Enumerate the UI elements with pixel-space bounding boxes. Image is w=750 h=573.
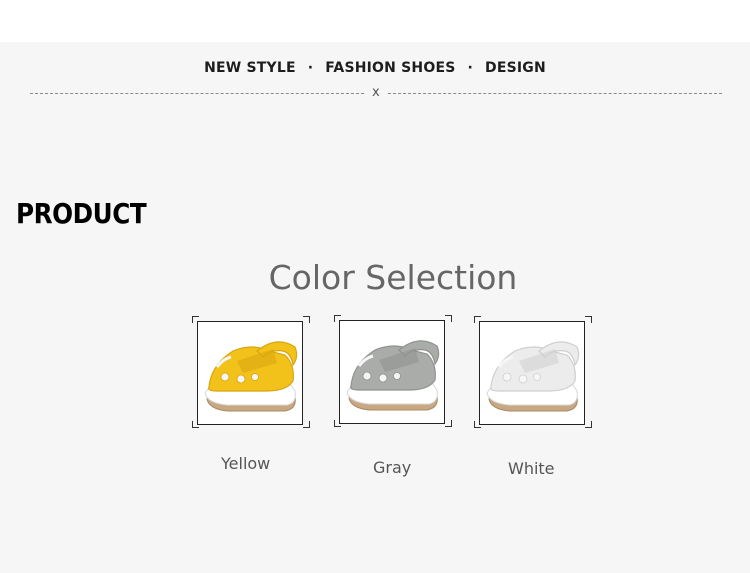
- sandal-part: [236, 374, 246, 384]
- swatch-label-yellow: Yellow: [221, 454, 271, 473]
- tagline-separator: ·: [307, 60, 314, 76]
- tagline-fashion-shoes: FASHION SHOES: [325, 60, 456, 76]
- divider-mark: x: [372, 85, 380, 100]
- corner-mark: [303, 421, 310, 428]
- sandal-part: [518, 374, 528, 384]
- color-option-yellow[interactable]: [192, 316, 310, 428]
- divider-line-right: [388, 93, 722, 94]
- sandal-part: [378, 373, 388, 383]
- sandal-part: [393, 372, 401, 380]
- top-band: [0, 0, 750, 42]
- color-selection-title: Color Selection: [268, 258, 518, 297]
- tagline-separator: ·: [467, 60, 474, 76]
- corner-mark: [445, 315, 452, 322]
- color-option-white[interactable]: [474, 316, 592, 428]
- corner-mark: [585, 316, 592, 323]
- corner-mark: [585, 421, 592, 428]
- divider-line-left: [30, 93, 364, 94]
- sandal-part: [533, 373, 541, 381]
- white-sandal-image: [486, 341, 580, 412]
- sandal-part: [220, 372, 230, 382]
- swatch-label-white: White: [508, 459, 555, 478]
- gray-sandal-image: [346, 340, 440, 411]
- tagline-new-style: NEW STYLE: [204, 60, 296, 76]
- sandal-part: [502, 372, 512, 382]
- product-heading: PRODUCT: [16, 197, 147, 230]
- swatch-label-gray: Gray: [373, 458, 412, 477]
- corner-mark: [445, 420, 452, 427]
- dashed-divider: x: [30, 85, 722, 100]
- sandal-part: [251, 373, 259, 381]
- corner-mark: [303, 316, 310, 323]
- yellow-sandal-image: [204, 341, 298, 412]
- tagline: NEW STYLE · FASHION SHOES · DESIGN: [0, 60, 750, 76]
- tagline-design: DESIGN: [485, 60, 546, 76]
- sandal-part: [362, 371, 372, 381]
- color-option-gray[interactable]: [334, 315, 452, 427]
